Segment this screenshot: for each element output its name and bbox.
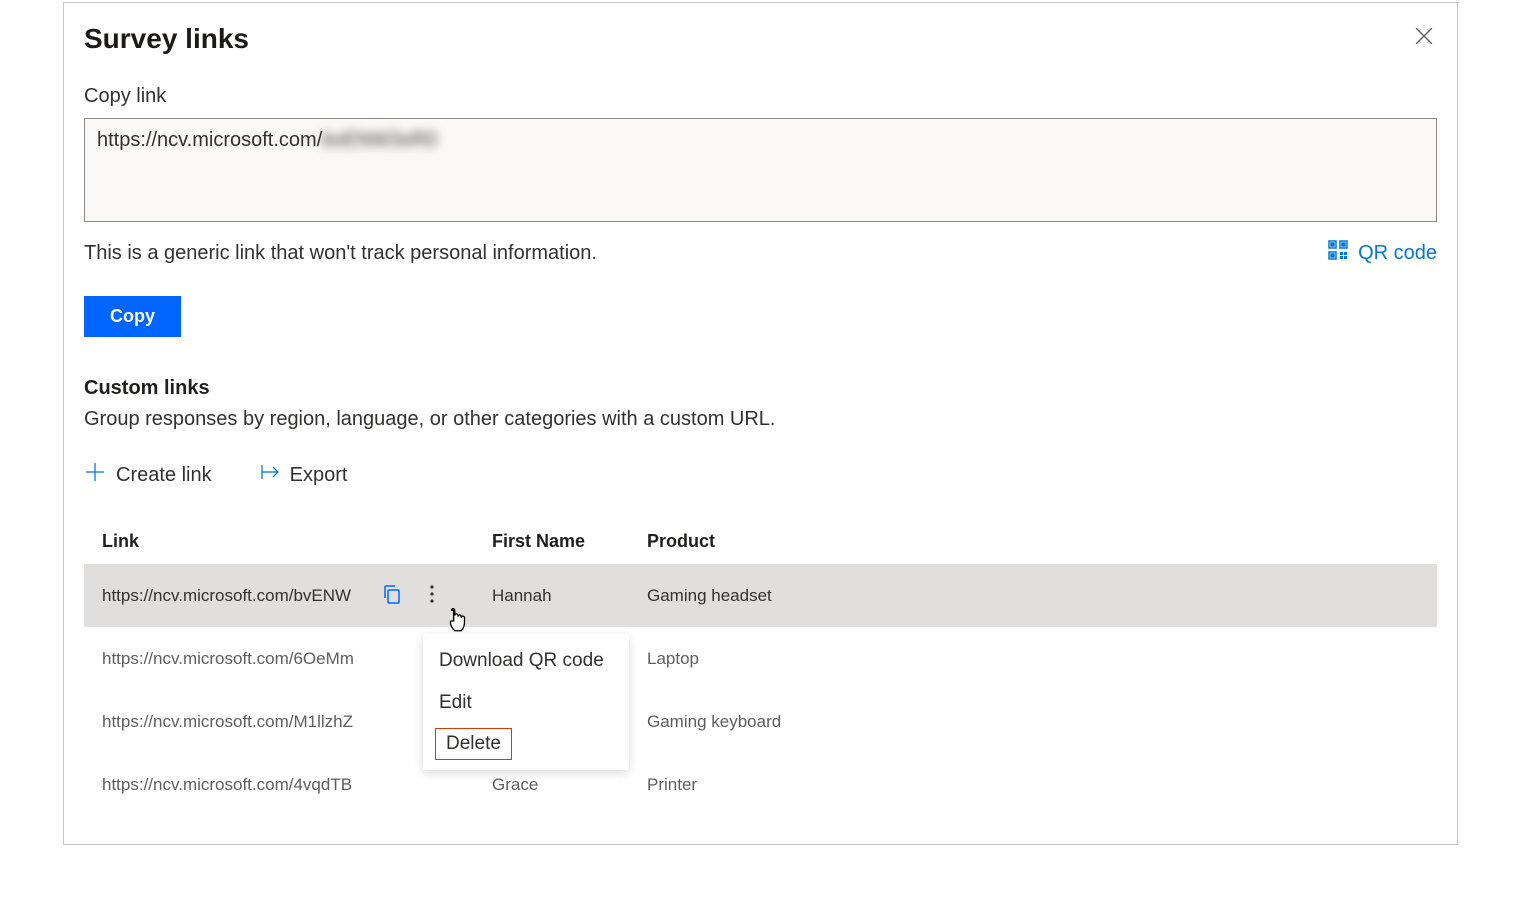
cell-first-name: Grace <box>492 775 647 795</box>
survey-links-dialog: Survey links Copy link https://ncv.micro… <box>63 2 1458 845</box>
more-icon[interactable] <box>422 584 438 609</box>
dialog-title: Survey links <box>84 23 249 55</box>
create-link-label: Create link <box>116 464 212 487</box>
qr-code-icon <box>1328 240 1348 266</box>
cell-link: https://ncv.microsoft.com/6OeMm <box>102 649 382 669</box>
export-icon <box>258 461 280 489</box>
qr-code-label: QR code <box>1358 242 1437 265</box>
cell-link: https://ncv.microsoft.com/4vqdTB <box>102 775 382 795</box>
custom-links-table: Link First Name Product https://ncv.micr… <box>84 519 1437 816</box>
cell-product: Laptop <box>647 649 1419 669</box>
table-row[interactable]: https://ncv.microsoft.com/6OeMm Laptop <box>84 627 1437 690</box>
custom-links-actions: Create link Export <box>84 461 1437 489</box>
hint-row: This is a generic link that won't track … <box>84 240 1437 266</box>
cell-link: https://ncv.microsoft.com/bvENW <box>102 586 382 606</box>
col-header-first-name: First Name <box>492 531 647 552</box>
export-label: Export <box>290 464 348 487</box>
cell-first-name: Hannah <box>492 586 647 606</box>
cell-product: Gaming headset <box>647 586 1419 606</box>
dialog-header: Survey links <box>84 23 1437 55</box>
copy-button[interactable]: Copy <box>84 296 181 337</box>
export-button[interactable]: Export <box>258 461 348 489</box>
row-actions <box>382 584 492 609</box>
table-row[interactable]: https://ncv.microsoft.com/bvENW Hannah G… <box>84 564 1437 627</box>
cell-product: Printer <box>647 775 1419 795</box>
close-button[interactable] <box>1411 23 1437 52</box>
create-link-button[interactable]: Create link <box>84 461 212 489</box>
qr-code-link[interactable]: QR code <box>1328 240 1437 266</box>
copy-link-label: Copy link <box>84 85 1437 108</box>
close-icon <box>1415 33 1433 48</box>
copy-icon[interactable] <box>382 584 402 609</box>
url-prefix: https://ncv.microsoft.com/ <box>97 129 322 151</box>
menu-delete[interactable]: Delete <box>435 728 512 760</box>
row-context-menu: Download QR code Edit Delete <box>423 634 629 770</box>
survey-url-box[interactable]: https://ncv.microsoft.com/bvENW3xR0 <box>84 118 1437 222</box>
cell-link: https://ncv.microsoft.com/M1llzhZ <box>102 712 382 732</box>
table-row[interactable]: https://ncv.microsoft.com/M1llzhZ Gaming… <box>84 690 1437 753</box>
col-header-link: Link <box>102 531 492 552</box>
custom-links-title: Custom links <box>84 377 1437 400</box>
col-header-product: Product <box>647 531 1419 552</box>
generic-link-hint: This is a generic link that won't track … <box>84 242 597 265</box>
custom-links-description: Group responses by region, language, or … <box>84 408 1437 431</box>
cell-product: Gaming keyboard <box>647 712 1419 732</box>
menu-download-qr[interactable]: Download QR code <box>423 640 629 682</box>
url-blurred-part: bvENW3xR0 <box>322 129 436 151</box>
table-row[interactable]: https://ncv.microsoft.com/4vqdTB Grace P… <box>84 753 1437 816</box>
table-header: Link First Name Product <box>84 519 1437 564</box>
plus-icon <box>84 461 106 489</box>
menu-edit[interactable]: Edit <box>423 682 629 724</box>
